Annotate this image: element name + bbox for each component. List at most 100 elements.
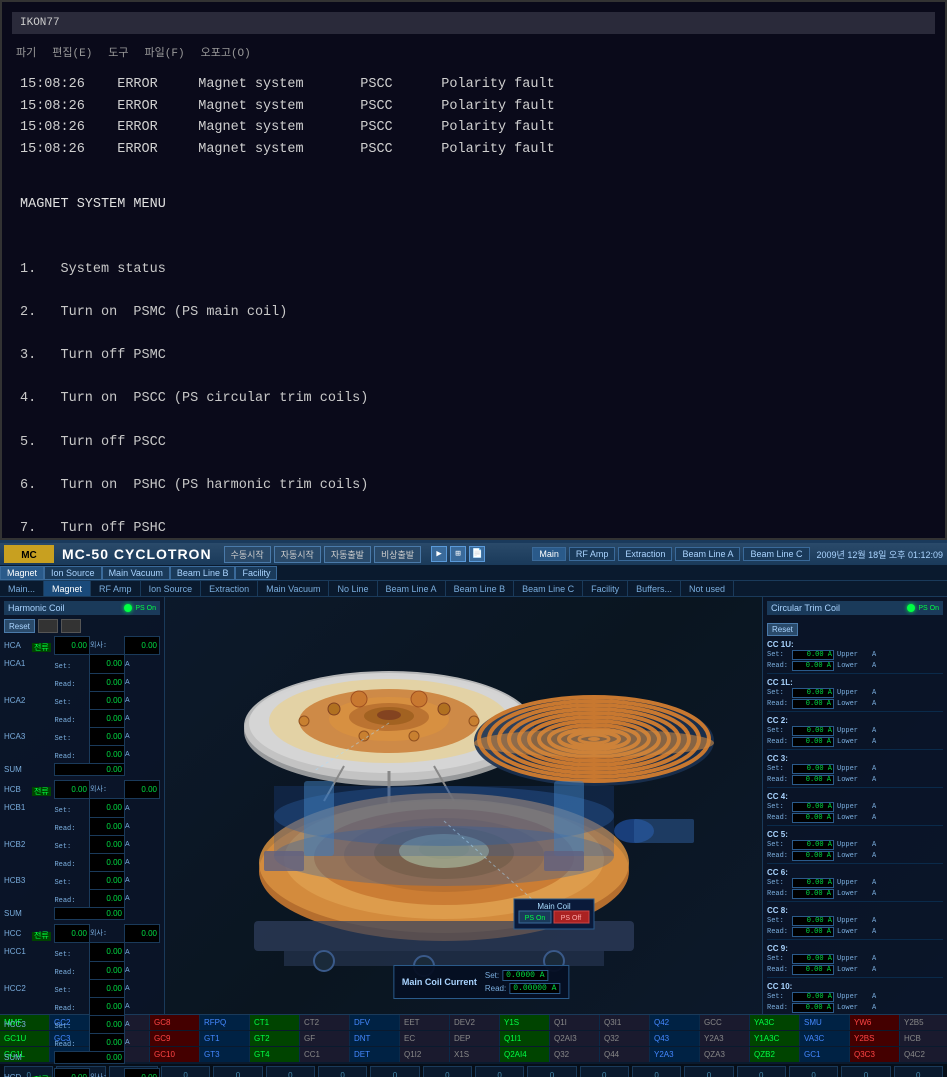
indicator-block-8: 0 <box>423 1066 472 1077</box>
status-cell-r0-c7[interactable]: DFV <box>350 1015 400 1030</box>
hcc-table: HCC 전류 0.00 외사: 0.00 HCC1 Set: 0.00A Rea… <box>4 924 160 1064</box>
status-cell-r2-c8[interactable]: Q1I2 <box>400 1047 450 1062</box>
nav-beam-b[interactable]: Beam Line B <box>446 581 515 596</box>
auto-launch-btn[interactable]: 자동출발 <box>324 546 371 563</box>
status-cell-r2-c13[interactable]: Y2A3 <box>650 1047 700 1062</box>
cc-set-7[interactable] <box>792 916 834 926</box>
status-cell-r1-c16[interactable]: VA3C <box>800 1031 850 1046</box>
status-cell-r0-c9[interactable]: DEV2 <box>450 1015 500 1030</box>
cc-set-3[interactable] <box>792 764 834 774</box>
tab-extraction[interactable]: Extraction <box>618 547 672 561</box>
cc-reset-btn[interactable]: Reset <box>767 623 798 636</box>
status-cell-r1-c10[interactable]: Q1I1 <box>500 1031 550 1046</box>
status-cell-r2-c18[interactable]: Q4C2 <box>900 1047 947 1062</box>
hca2-read-row: Read: 0.00 A <box>4 709 160 727</box>
nav-not-used[interactable]: Not used <box>681 581 734 596</box>
nav-rf-amp[interactable]: RF Amp <box>91 581 141 596</box>
manual-start-btn[interactable]: 수동시작 <box>224 546 271 563</box>
status-cell-r0-c16[interactable]: SMU <box>800 1015 850 1030</box>
tab2-magnet[interactable]: Magnet <box>0 566 44 580</box>
tab-beam-c[interactable]: Beam Line C <box>743 547 809 561</box>
status-cell-r0-c12[interactable]: Q3I1 <box>600 1015 650 1030</box>
nav-main[interactable]: Main... <box>0 581 44 596</box>
status-cell-r0-c10[interactable]: Y1S <box>500 1015 550 1030</box>
terminal-titlebar: IKON77 <box>12 12 935 34</box>
status-cell-r1-c5[interactable]: GT2 <box>250 1031 300 1046</box>
emergency-btn[interactable]: 비상출발 <box>374 546 421 563</box>
nav-main-vacuum[interactable]: Main Vacuum <box>258 581 329 596</box>
icon-arrow[interactable]: ▶ <box>431 546 447 562</box>
status-cell-r1-c17[interactable]: Y2BS <box>850 1031 900 1046</box>
tab-main[interactable]: Main <box>532 547 566 561</box>
status-cell-r2-c6[interactable]: CC1 <box>300 1047 350 1062</box>
status-cell-r0-c5[interactable]: CT1 <box>250 1015 300 1030</box>
cc-set-9[interactable] <box>792 992 834 1002</box>
menu-item-5[interactable]: 오포고(O) <box>201 44 251 60</box>
status-cell-r1-c14[interactable]: Y2A3 <box>700 1031 750 1046</box>
status-cell-r2-c5[interactable]: GT4 <box>250 1047 300 1062</box>
status-cell-r2-c17[interactable]: Q3C3 <box>850 1047 900 1062</box>
nav-beam-c[interactable]: Beam Line C <box>514 581 583 596</box>
status-cell-r2-c11[interactable]: Q32 <box>550 1047 600 1062</box>
status-cell-r2-c14[interactable]: QZA3 <box>700 1047 750 1062</box>
status-cell-r1-c9[interactable]: DEP <box>450 1031 500 1046</box>
menu-item-4[interactable]: 파일(F) <box>145 44 185 60</box>
icon-doc[interactable]: 📄 <box>469 546 485 562</box>
status-cell-r2-c16[interactable]: GC1 <box>800 1047 850 1062</box>
nav-magnet[interactable]: Magnet <box>44 581 91 596</box>
icon-grid[interactable]: ⊞ <box>450 546 466 562</box>
tab-beam-a[interactable]: Beam Line A <box>675 547 740 561</box>
status-cell-r0-c4[interactable]: RFPQ <box>200 1015 250 1030</box>
status-cell-r0-c17[interactable]: YW6 <box>850 1015 900 1030</box>
cc-set-8[interactable] <box>792 954 834 964</box>
nav-facility[interactable]: Facility <box>583 581 628 596</box>
tab2-beam-b[interactable]: Beam Line B <box>170 566 236 580</box>
status-cell-r0-c18[interactable]: Y2B5 <box>900 1015 947 1030</box>
tab2-ion-source[interactable]: Ion Source <box>44 566 102 580</box>
status-cell-r2-c7[interactable]: DET <box>350 1047 400 1062</box>
nav-extraction[interactable]: Extraction <box>201 581 258 596</box>
svg-text:PS Off: PS Off <box>560 915 581 922</box>
cc-set-2[interactable] <box>792 726 834 736</box>
cc-set-5[interactable] <box>792 840 834 850</box>
harmonic-reset-btn[interactable]: Reset <box>4 619 35 633</box>
nav-ion-source[interactable]: Ion Source <box>141 581 202 596</box>
status-cell-r1-c7[interactable]: DNT <box>350 1031 400 1046</box>
status-cell-r0-c11[interactable]: Q1I <box>550 1015 600 1030</box>
status-cell-r1-c13[interactable]: Q43 <box>650 1031 700 1046</box>
status-cell-r0-c15[interactable]: YA3C <box>750 1015 800 1030</box>
nav-beam-a[interactable]: Beam Line A <box>378 581 446 596</box>
hcb2-set: HCB2 Set: 0.00A <box>4 835 160 853</box>
cc-set-6[interactable] <box>792 878 834 888</box>
auto-start-btn[interactable]: 자동시작 <box>274 546 321 563</box>
status-cell-r0-c13[interactable]: Q42 <box>650 1015 700 1030</box>
indicator-block-11: 0 <box>580 1066 629 1077</box>
nav-buffers[interactable]: Buffers... <box>628 581 681 596</box>
status-cell-r0-c14[interactable]: GCC <box>700 1015 750 1030</box>
nav-no-line[interactable]: No Line <box>329 581 377 596</box>
cc-set-4[interactable] <box>792 802 834 812</box>
status-cell-r2-c9[interactable]: X1S <box>450 1047 500 1062</box>
tab-rf-amp[interactable]: RF Amp <box>569 547 616 561</box>
status-cell-r1-c18[interactable]: HCB <box>900 1031 947 1046</box>
status-cell-r0-c6[interactable]: CT2 <box>300 1015 350 1030</box>
cc-set-0[interactable] <box>792 650 834 660</box>
status-cell-r1-c15[interactable]: Y1A3C <box>750 1031 800 1046</box>
cc-row-1: CC 1L: Set: Upper A Read: 0.00 A Lower A <box>767 678 943 712</box>
status-cell-r1-c12[interactable]: Q32 <box>600 1031 650 1046</box>
menu-item-1[interactable]: 파기 <box>16 44 36 60</box>
cc-set-1[interactable] <box>792 688 834 698</box>
status-cell-r2-c15[interactable]: QZB2 <box>750 1047 800 1062</box>
status-cell-r1-c8[interactable]: EC <box>400 1031 450 1046</box>
menu-item-2[interactable]: 편집(E) <box>52 44 92 60</box>
status-cell-r1-c11[interactable]: Q2AI3 <box>550 1031 600 1046</box>
status-cell-r0-c8[interactable]: EET <box>400 1015 450 1030</box>
status-cell-r2-c12[interactable]: Q44 <box>600 1047 650 1062</box>
status-cell-r1-c4[interactable]: GT1 <box>200 1031 250 1046</box>
menu-item-3[interactable]: 도구 <box>108 44 128 60</box>
status-cell-r2-c4[interactable]: GT3 <box>200 1047 250 1062</box>
tab2-facility[interactable]: Facility <box>235 566 277 580</box>
tab2-main-vacuum[interactable]: Main Vacuum <box>102 566 170 580</box>
status-cell-r1-c6[interactable]: GF <box>300 1031 350 1046</box>
status-cell-r2-c10[interactable]: Q2AI4 <box>500 1047 550 1062</box>
